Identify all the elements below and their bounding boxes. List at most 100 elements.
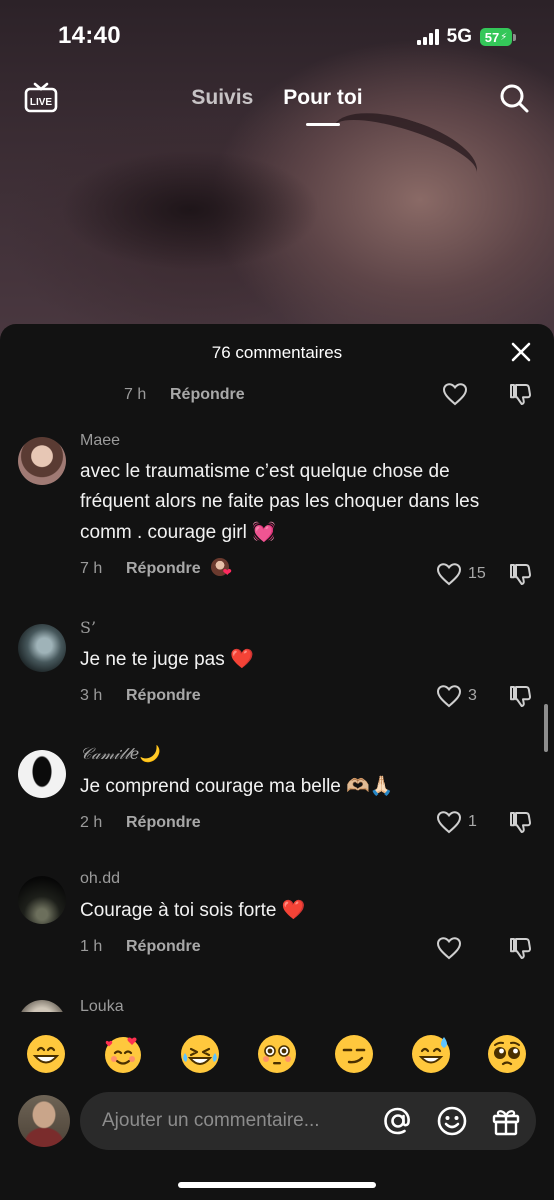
reply-button[interactable]: Répondre (126, 814, 201, 832)
like-button[interactable]: 3 (436, 684, 486, 708)
like-count: 3 (468, 687, 477, 704)
dislike-button[interactable] (508, 810, 532, 834)
grin-emoji-icon (27, 1035, 66, 1073)
dislike-button[interactable] (508, 382, 532, 406)
username-emoji: 🌙 (139, 744, 160, 763)
dislike-button[interactable] (508, 562, 532, 586)
comment-username[interactable]: oh.dd (80, 870, 524, 888)
avatar[interactable] (18, 876, 66, 924)
smirk-emoji-icon (334, 1035, 373, 1073)
comment-time: 3 h (80, 687, 103, 704)
tab-following[interactable]: Suivis (191, 86, 253, 120)
close-icon[interactable] (510, 341, 532, 363)
comment-username[interactable]: 𝒞𝒶𝓂𝒾𝓁𝓁𝑒🌙 (80, 744, 524, 764)
tab-for-you[interactable]: Pour toi (283, 86, 362, 120)
comment-text: Je comprend courage ma belle 🫶🏼🙏🏻 (80, 771, 524, 802)
like-button[interactable] (436, 936, 486, 960)
dislike-icon (510, 686, 532, 707)
heart-icon (436, 563, 462, 586)
comments-list[interactable]: 7 h Répondre Maee avec le traumatisme c’… (0, 382, 554, 1012)
search-icon[interactable] (498, 82, 530, 114)
avatar[interactable] (18, 624, 66, 672)
comment-actions (436, 936, 532, 960)
pleading-emoji-icon (488, 1035, 527, 1073)
comment-actions: 1 (436, 810, 532, 834)
comments-sheet: 76 commentaires 7 h Répondre Maee avec l… (0, 324, 554, 1200)
flushed-emoji-icon (257, 1035, 296, 1073)
comment-partial: 7 h Répondre (0, 382, 554, 412)
smiling-hearts-emoji-icon (105, 1037, 142, 1073)
comment-username[interactable]: S’ (80, 618, 524, 637)
emoji-joy-button[interactable] (179, 1033, 221, 1075)
comment-item: Louka (0, 998, 554, 1012)
video-detail-hair (60, 150, 320, 270)
comment-composer: Ajouter un commentaire... (0, 1092, 554, 1152)
my-avatar[interactable] (18, 1095, 70, 1147)
comment-text-content: avec le traumatisme c’est quelque chose … (80, 461, 480, 543)
comment-time: 7 h (80, 560, 103, 577)
emoji-quick-bar (0, 1024, 554, 1084)
comment-username[interactable]: Maee (80, 432, 524, 450)
reply-button[interactable]: Répondre (126, 560, 201, 578)
comment-input[interactable]: Ajouter un commentaire... (80, 1092, 536, 1150)
avatar[interactable] (18, 437, 66, 485)
status-time: 14:40 (58, 22, 121, 49)
heart-icon (442, 383, 468, 406)
comment-time: 2 h (80, 814, 103, 831)
emoji-grin-button[interactable] (25, 1033, 67, 1075)
emoji-flushed-button[interactable] (256, 1033, 298, 1075)
emoji-love-button[interactable] (102, 1033, 144, 1075)
like-button[interactable] (442, 382, 468, 406)
at-icon[interactable] (382, 1105, 414, 1137)
emoji-pleading-button[interactable] (486, 1033, 528, 1075)
sweat-smile-emoji-icon (411, 1035, 450, 1073)
like-count: 1 (468, 813, 477, 830)
comment-emoji: ❤️ (281, 899, 306, 921)
reply-button[interactable]: Répondre (126, 687, 201, 705)
like-count: 15 (468, 565, 486, 582)
comment-text: avec le traumatisme c’est quelque chose … (80, 457, 524, 548)
signal-icon (416, 29, 439, 45)
comment-actions: 3 (436, 684, 532, 708)
dislike-icon (510, 938, 532, 959)
comments-count-title: 76 commentaires (211, 343, 343, 362)
composer-actions (382, 1105, 522, 1137)
comment-emoji: 🫶🏼🙏🏻 (346, 775, 394, 797)
dislike-icon (510, 812, 532, 833)
comment-item: S’ Je ne te juge pas ❤️ 3 h Répondre 3 (0, 618, 554, 728)
comment-emoji: 💓 (252, 521, 276, 543)
comment-username[interactable]: Louka (80, 998, 524, 1012)
avatar[interactable] (18, 1000, 66, 1012)
like-button[interactable]: 15 (436, 562, 486, 586)
comment-item: 𝒞𝒶𝓂𝒾𝓁𝓁𝑒🌙 Je comprend courage ma belle 🫶🏼… (0, 744, 554, 854)
comment-time: 1 h (80, 938, 103, 955)
dislike-button[interactable] (508, 684, 532, 708)
comments-scrollbar[interactable] (544, 704, 548, 752)
comment-actions: 15 (436, 562, 532, 586)
comment-meta: 7 h Répondre (124, 382, 245, 408)
dislike-icon (510, 384, 532, 405)
reply-button[interactable]: Répondre (170, 386, 245, 404)
gift-icon[interactable] (490, 1105, 522, 1137)
avatar[interactable] (18, 750, 66, 798)
feed-tabs: Suivis Pour toi (0, 86, 554, 120)
dislike-button[interactable] (508, 936, 532, 960)
username-text: 𝒞𝒶𝓂𝒾𝓁𝓁𝑒 (80, 744, 140, 763)
battery-icon: 57 ⚡ (480, 28, 516, 46)
network-label: 5G (446, 26, 472, 47)
status-bar: 14:40 5G 57 ⚡ (0, 0, 554, 72)
heart-icon (436, 937, 462, 960)
comment-text: Courage à toi sois forte ❤️ (80, 895, 524, 926)
comment-input-placeholder: Ajouter un commentaire... (102, 1110, 320, 1131)
comment-text: Je ne te juge pas ❤️ (80, 644, 524, 675)
comment-actions (442, 382, 532, 406)
top-nav: LIVE Suivis Pour toi (0, 78, 554, 128)
like-button[interactable]: 1 (436, 810, 486, 834)
home-indicator[interactable] (178, 1182, 376, 1188)
emoji-smirk-button[interactable] (333, 1033, 375, 1075)
status-indicators: 5G 57 ⚡ (416, 26, 516, 48)
comment-text-content: Je comprend courage ma belle (80, 776, 347, 797)
reply-button[interactable]: Répondre (126, 938, 201, 956)
emoji-sweat-smile-button[interactable] (410, 1033, 452, 1075)
smiley-icon[interactable] (436, 1105, 468, 1137)
